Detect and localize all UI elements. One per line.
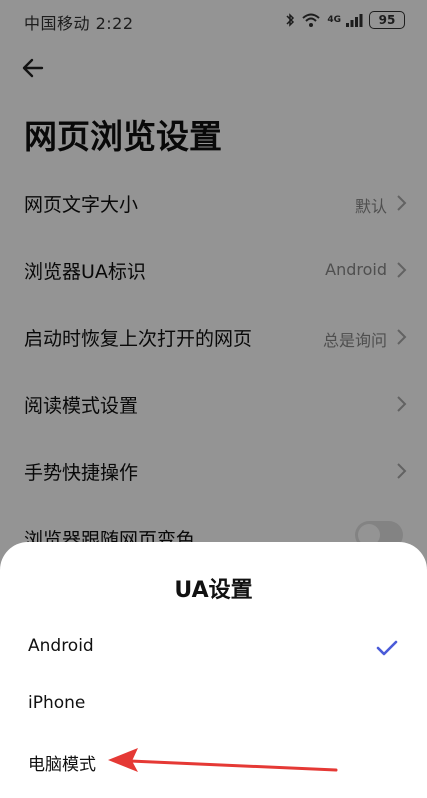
sheet-title: UA设置 xyxy=(174,578,253,603)
option-label: iPhone xyxy=(28,693,86,713)
checkmark-icon xyxy=(376,640,398,656)
ua-option-iphone[interactable]: iPhone xyxy=(0,677,427,733)
screen: 中国移动 2:22 4G 95 网页浏览设置 网页文字大小 默认 浏览器UA标识… xyxy=(0,0,427,798)
annotation-arrow-icon xyxy=(108,748,338,772)
ua-option-android[interactable]: Android xyxy=(0,620,427,676)
option-label: 电脑模式 xyxy=(28,755,96,775)
option-label: Android xyxy=(28,636,94,656)
